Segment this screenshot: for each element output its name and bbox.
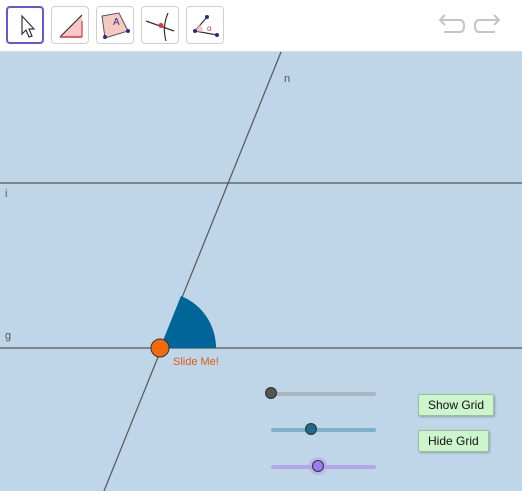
line-label-n: n: [284, 73, 291, 85]
angle-measure-icon: α: [193, 15, 219, 37]
geogebra-app: A α n i g Slide Me! Show Grid Hide Grid: [0, 0, 522, 491]
redo-icon[interactable]: [473, 12, 503, 40]
slide-point-label: Slide Me!: [173, 356, 219, 368]
toolbar: A α: [0, 0, 522, 52]
slide-point[interactable]: [150, 338, 170, 358]
slider-knob[interactable]: [305, 423, 317, 435]
intersect-tool-button[interactable]: [141, 6, 179, 44]
intersect-icon: [145, 12, 175, 42]
svg-text:A: A: [113, 17, 120, 28]
slider-track[interactable]: [271, 392, 376, 396]
line-label-i: i: [5, 188, 8, 200]
polygon-tool-button[interactable]: A: [96, 6, 134, 44]
slider-track[interactable]: [271, 428, 376, 432]
slider-knob[interactable]: [312, 460, 324, 472]
angle-tool-button[interactable]: [51, 6, 89, 44]
move-tool-button[interactable]: [6, 6, 44, 44]
slider-gray[interactable]: [265, 386, 376, 402]
show-grid-button[interactable]: Show Grid: [418, 394, 495, 416]
undo-icon[interactable]: [436, 12, 466, 40]
slider-knob[interactable]: [265, 387, 277, 399]
geometry-canvas[interactable]: [0, 52, 522, 491]
angle-sector: [160, 296, 217, 348]
line-label-g: g: [5, 330, 12, 342]
cursor-arrow-icon: [21, 14, 36, 38]
angle-icon: [59, 14, 83, 38]
polygon-icon: A: [101, 12, 130, 39]
hide-grid-button[interactable]: Hide Grid: [418, 430, 489, 452]
slider-purple[interactable]: [271, 457, 376, 475]
svg-text:α: α: [207, 24, 212, 33]
line-n[interactable]: [103, 52, 282, 491]
angle-measure-tool-button[interactable]: α: [186, 6, 224, 44]
slider-blue[interactable]: [271, 422, 376, 438]
graphics-view[interactable]: n i g Slide Me! Show Grid Hide Grid: [0, 52, 522, 491]
